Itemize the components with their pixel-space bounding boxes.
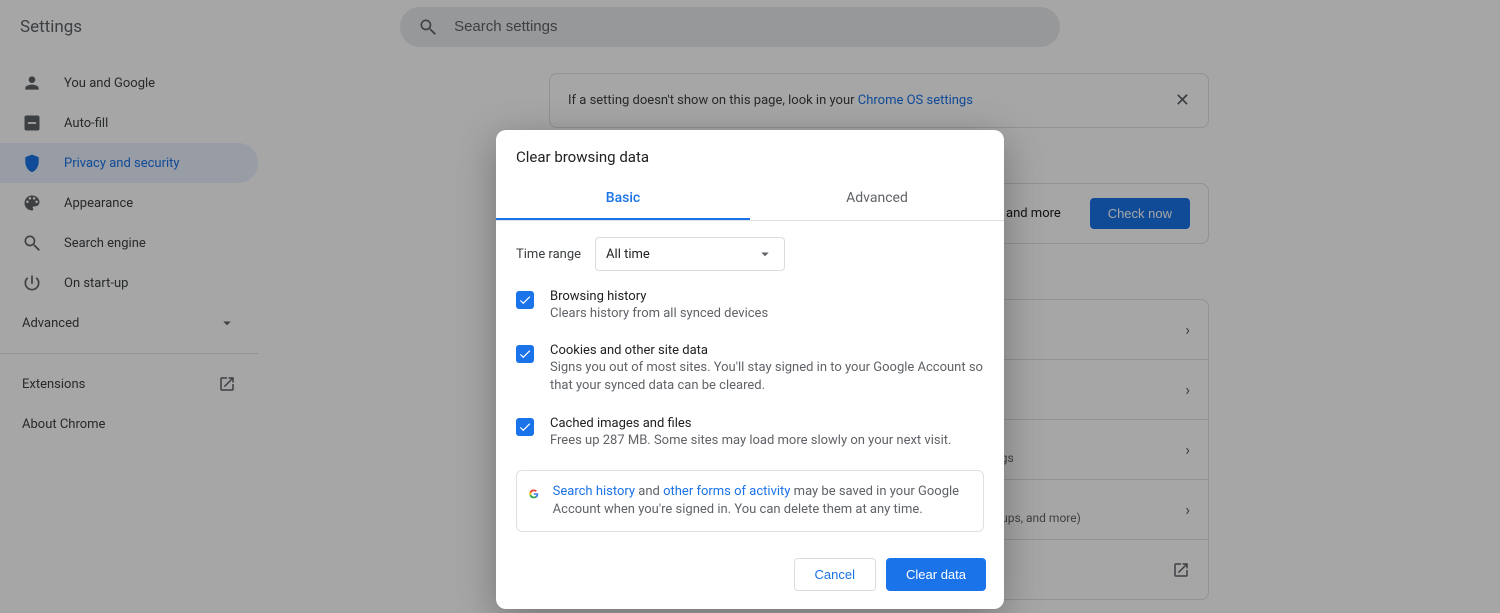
clear-data-button[interactable]: Clear data <box>886 558 986 591</box>
time-range-row: Time range All time <box>496 221 1004 279</box>
check-subtitle: Signs you out of most sites. You'll stay… <box>550 359 984 395</box>
check-icon <box>518 347 532 361</box>
check-icon <box>518 293 532 307</box>
checkbox[interactable] <box>516 291 534 309</box>
clear-browsing-data-dialog: Clear browsing data Basic Advanced Time … <box>496 130 1004 609</box>
checkbox-cookies[interactable]: Cookies and other site data Signs you ou… <box>496 333 1004 405</box>
tab-advanced[interactable]: Advanced <box>750 178 1004 220</box>
check-title: Cached images and files <box>550 416 984 431</box>
check-title: Browsing history <box>550 289 984 304</box>
time-range-value: All time <box>606 247 650 262</box>
check-subtitle: Frees up 287 MB. Some sites may load mor… <box>550 432 984 450</box>
google-logo-icon <box>529 485 539 503</box>
time-range-select[interactable]: All time <box>595 237 785 271</box>
check-subtitle: Clears history from all synced devices <box>550 305 984 323</box>
search-history-link[interactable]: Search history <box>553 484 635 499</box>
info-text: and <box>635 484 663 499</box>
check-icon <box>518 420 532 434</box>
google-account-info: Search history and other forms of activi… <box>516 470 984 532</box>
checkbox-cached[interactable]: Cached images and files Frees up 287 MB.… <box>496 406 1004 460</box>
checkbox[interactable] <box>516 345 534 363</box>
dialog-tabs: Basic Advanced <box>496 178 1004 221</box>
checkbox-browsing-history[interactable]: Browsing history Clears history from all… <box>496 279 1004 333</box>
checkbox[interactable] <box>516 418 534 436</box>
time-range-label: Time range <box>516 247 581 262</box>
other-activity-link[interactable]: other forms of activity <box>663 484 790 499</box>
check-title: Cookies and other site data <box>550 343 984 358</box>
cancel-button[interactable]: Cancel <box>794 558 876 591</box>
tab-basic[interactable]: Basic <box>496 178 750 220</box>
dialog-title: Clear browsing data <box>496 130 1004 178</box>
dialog-actions: Cancel Clear data <box>496 546 1004 609</box>
chevron-down-icon <box>756 245 774 263</box>
